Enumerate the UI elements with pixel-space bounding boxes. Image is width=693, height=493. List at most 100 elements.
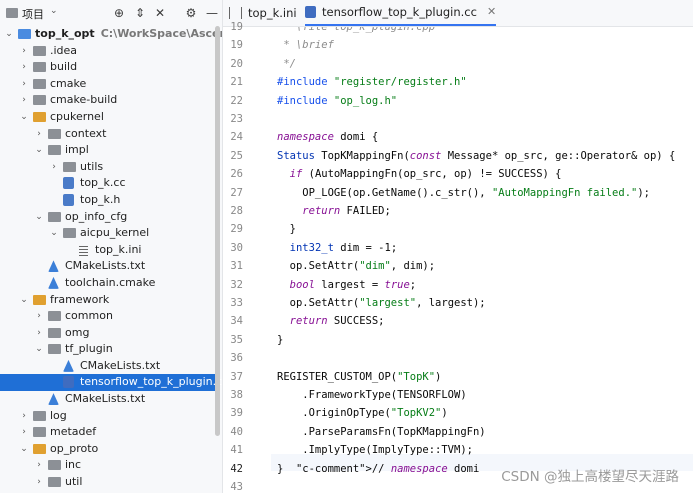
chevron-right-icon[interactable]: › <box>34 474 44 491</box>
code-line[interactable]: return SUCCESS; <box>277 315 385 327</box>
code-line[interactable]: .FrameworkType(TENSORFLOW) <box>277 389 466 401</box>
tree-folder-item[interactable]: › build <box>0 59 215 76</box>
chevron-right-icon[interactable]: › <box>34 457 44 474</box>
close-icon[interactable]: ✕ <box>151 4 169 22</box>
code-line[interactable]: */ <box>277 58 296 70</box>
chevron-down-icon[interactable]: ⌄ <box>19 109 29 126</box>
tab-close-icon[interactable]: ✕ <box>487 0 496 25</box>
code-line[interactable]: } "c-comment">// namespace domi <box>277 463 479 475</box>
tree-item-label: aicpu_kernel <box>80 226 150 240</box>
tree-file-item[interactable]: tensorflow_top_k_plugin.cc <box>0 374 222 392</box>
tree-folder-item[interactable]: ⌄ framework <box>0 292 215 309</box>
tree-file-item[interactable]: top_k.h <box>0 192 215 209</box>
line-number: 42 <box>230 462 243 475</box>
tree-folder-item[interactable]: › cmake-build <box>0 92 215 109</box>
code-line[interactable]: .ParseParamsFn(TopKMappingFn) <box>277 426 485 438</box>
chevron-right-icon[interactable]: › <box>34 308 44 325</box>
chevron-down-icon[interactable]: ⌄ <box>19 441 29 458</box>
tree-file-item[interactable]: toolchain.cmake <box>0 275 215 292</box>
code-line[interactable]: int32_t dim = -1; <box>277 242 397 254</box>
code-editor[interactable]: * \file top_k_plugin.cpp * \brief */ #inc… <box>271 27 693 493</box>
line-number: 43 <box>230 481 243 493</box>
code-line[interactable]: Status TopKMappingFn(const Message* op_s… <box>277 150 675 162</box>
code-line[interactable]: #include "register/register.h" <box>277 76 467 88</box>
chevron-right-icon[interactable]: › <box>19 59 29 76</box>
tree-folder-item[interactable]: › common <box>0 308 215 325</box>
chevron-right-icon[interactable]: › <box>34 126 44 143</box>
tree-folder-item[interactable]: › context <box>0 126 215 143</box>
code-line[interactable]: OP_LOGE(op.GetName().c_str(), "AutoMappi… <box>277 187 650 199</box>
cpp-file-icon <box>63 193 74 206</box>
line-number-gutter: 19 19 20 21 22 23 24 25 26 27 28 29 30 31 32 33 34 35 36 37… <box>223 21 271 493</box>
code-line[interactable]: op.SetAttr("largest", largest); <box>277 297 486 309</box>
add-icon[interactable]: ⊕ <box>110 4 128 22</box>
tree-item-label: tf_plugin <box>65 342 113 356</box>
tree-item-label: build <box>50 60 78 74</box>
tree-item-label: log <box>50 408 67 422</box>
tree-folder-item[interactable]: › log <box>0 408 215 425</box>
tree-folder-item[interactable]: › utils <box>0 159 215 176</box>
tree-folder-item[interactable]: ⌄ tf_plugin <box>0 341 215 358</box>
code-line[interactable]: .OriginOpType("TopKV2") <box>277 407 447 419</box>
minimize-icon[interactable]: — <box>203 4 221 22</box>
line-number: 39 <box>230 407 243 420</box>
dropdown-icon[interactable]: ⌄ <box>50 6 58 16</box>
tree-file-item[interactable]: top_k.cc <box>0 175 215 192</box>
tree-file-item[interactable]: top_k.ini <box>0 242 215 259</box>
chevron-down-icon[interactable]: ⌄ <box>19 292 29 309</box>
code-line[interactable]: op.SetAttr("dim", dim); <box>277 260 435 272</box>
chevron-right-icon[interactable]: › <box>19 76 29 93</box>
line-number: 19 <box>230 39 243 52</box>
tree-item-label: cmake-build <box>50 93 118 107</box>
tree-folder-item[interactable]: ⌄ cpukernel <box>0 109 215 126</box>
code-line[interactable]: } <box>277 334 283 346</box>
chevron-right-icon[interactable]: › <box>19 92 29 109</box>
chevron-right-icon[interactable]: › <box>34 325 44 342</box>
cmake-file-icon <box>48 276 59 289</box>
code-line[interactable]: * \brief <box>277 39 334 51</box>
code-line[interactable]: bool largest = true; <box>277 279 416 291</box>
tree-file-item[interactable]: CMakeLists.txt <box>0 358 215 375</box>
tab-tensorflow-top-k-plugin[interactable]: tensorflow_top_k_plugin.cc ✕ <box>305 0 497 26</box>
chevron-down-icon[interactable]: ⌄ <box>34 209 44 226</box>
code-line[interactable]: .ImplyType(ImplyType::TVM); <box>277 444 473 456</box>
tree-folder-item[interactable]: › util <box>0 474 215 491</box>
tree-folder-item[interactable]: ⌄ aicpu_kernel <box>0 225 215 242</box>
ini-file-icon <box>229 7 242 19</box>
tree-folder-item[interactable]: ⌄ impl <box>0 142 215 159</box>
chevron-down-icon[interactable]: ⌄ <box>34 142 44 159</box>
tree-folder-item[interactable]: ⌄ top_k_optC:\WorkSpace\AscendProject <box>0 26 222 43</box>
code-line[interactable]: REGISTER_CUSTOM_OP("TopK") <box>277 371 441 383</box>
code-line[interactable]: * \file top_k_plugin.cpp <box>277 27 435 33</box>
settings-gear-icon[interactable]: ⚙ <box>182 4 200 22</box>
chevron-right-icon[interactable]: › <box>49 159 59 176</box>
project-tree: ⌄ top_k_optC:\WorkSpace\AscendProject › .id… <box>0 26 222 491</box>
project-panel-title[interactable]: 项目 <box>22 6 44 22</box>
code-line[interactable]: return FAILED; <box>277 205 391 217</box>
tree-folder-item[interactable]: ⌄ op_proto <box>0 441 215 458</box>
chevron-right-icon[interactable]: › <box>19 424 29 441</box>
code-line[interactable]: namespace domi { <box>277 131 378 143</box>
tab-label: tensorflow_top_k_plugin.cc <box>322 5 477 19</box>
project-path: C:\WorkSpace\AscendProject <box>100 27 222 40</box>
tree-folder-item[interactable]: › metadef <box>0 424 215 441</box>
tree-file-item[interactable]: CMakeLists.txt <box>0 391 215 408</box>
project-scrollbar[interactable] <box>215 26 220 436</box>
tree-folder-item[interactable]: › .idea <box>0 43 215 60</box>
folder-icon <box>33 111 46 122</box>
chevron-down-icon[interactable]: ⌄ <box>4 26 14 43</box>
code-line[interactable]: #include "op_log.h" <box>277 95 397 107</box>
chevron-down-icon[interactable]: ⌄ <box>49 225 59 242</box>
collapse-all-icon[interactable]: ⇕ <box>131 4 149 22</box>
line-number: 34 <box>230 315 243 328</box>
tree-folder-item[interactable]: ⌄ op_info_cfg <box>0 209 215 226</box>
code-line[interactable]: if (AutoMappingFn(op_src, op) != SUCCESS… <box>277 168 562 180</box>
tree-file-item[interactable]: CMakeLists.txt <box>0 258 215 275</box>
tree-folder-item[interactable]: › inc <box>0 457 215 474</box>
chevron-right-icon[interactable]: › <box>19 408 29 425</box>
chevron-down-icon[interactable]: ⌄ <box>34 341 44 358</box>
tree-folder-item[interactable]: › cmake <box>0 76 215 93</box>
chevron-right-icon[interactable]: › <box>19 43 29 60</box>
code-line[interactable]: } <box>277 223 296 235</box>
tree-folder-item[interactable]: › omg <box>0 325 215 342</box>
